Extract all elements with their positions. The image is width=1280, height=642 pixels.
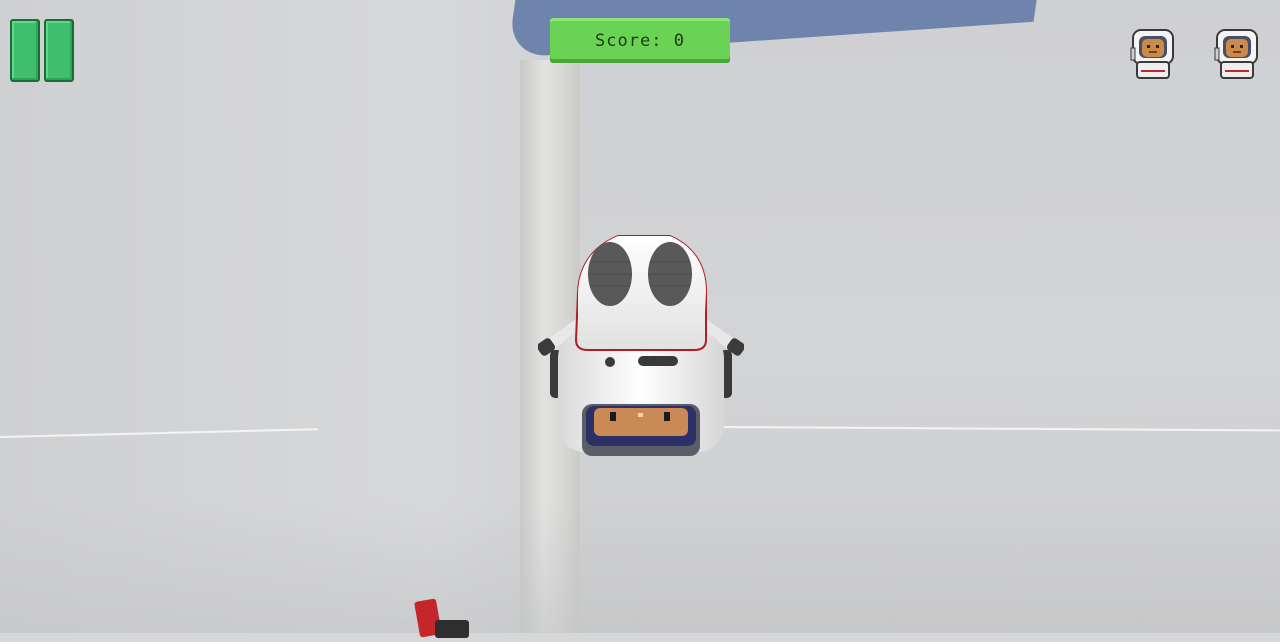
- pause-button[interactable]: [10, 19, 74, 82]
- pause-icon: [44, 19, 74, 82]
- obstacle-object: [413, 598, 473, 638]
- floor-edge-right: [719, 426, 1280, 432]
- score-panel: Score: 0: [550, 18, 730, 63]
- score-label: Score: 0: [595, 30, 685, 51]
- astronaut-icon: [1211, 26, 1263, 82]
- lives-indicator: [1127, 26, 1263, 82]
- player-robot: [537, 232, 745, 458]
- floor-shade: [0, 500, 1280, 633]
- pause-icon: [10, 19, 40, 82]
- astronaut-icon: [1127, 26, 1179, 82]
